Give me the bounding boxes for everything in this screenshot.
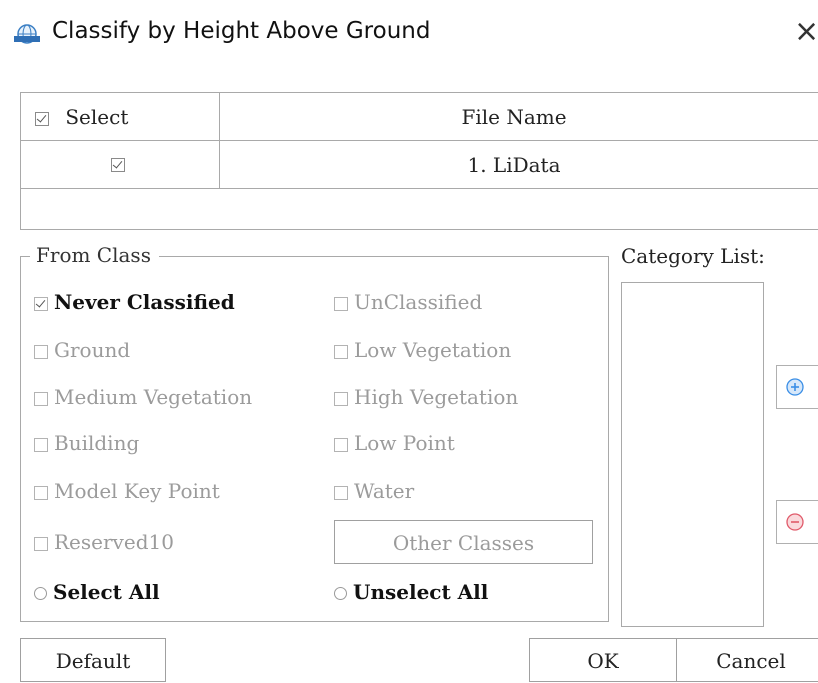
class-option-water[interactable]: Water bbox=[334, 479, 414, 503]
checkbox[interactable] bbox=[334, 296, 348, 311]
row-file-name: 1. LiData bbox=[467, 153, 561, 177]
window-title: Classify by Height Above Ground bbox=[52, 18, 431, 44]
class-option-unclassified[interactable]: UnClassified bbox=[334, 290, 482, 314]
from-class-legend: From Class bbox=[30, 243, 159, 267]
checkbox[interactable] bbox=[334, 437, 348, 452]
radio-circle[interactable] bbox=[334, 587, 347, 600]
class-option-low-vegetation[interactable]: Low Vegetation bbox=[334, 338, 511, 362]
category-list-label: Category List: bbox=[621, 244, 765, 268]
add-category-button[interactable] bbox=[776, 365, 818, 409]
ok-button[interactable]: OK bbox=[529, 638, 677, 682]
unselect-all-radio[interactable]: Unselect All bbox=[334, 580, 488, 604]
checkbox[interactable] bbox=[34, 536, 48, 551]
title-bar: Classify by Height Above Ground × bbox=[0, 0, 818, 68]
checkbox[interactable] bbox=[34, 391, 48, 406]
category-list-box[interactable] bbox=[621, 282, 764, 627]
checkbox[interactable] bbox=[34, 296, 48, 311]
header-select-label: Select bbox=[65, 105, 129, 129]
file-table: Select File Name 1. LiData bbox=[20, 92, 818, 230]
default-button[interactable]: Default bbox=[20, 638, 166, 682]
remove-category-button[interactable] bbox=[776, 500, 818, 544]
checkbox[interactable] bbox=[334, 344, 348, 359]
header-select-checkbox[interactable] bbox=[35, 111, 49, 126]
checkbox[interactable] bbox=[34, 485, 48, 500]
globe-app-icon bbox=[10, 23, 44, 45]
minus-circle-icon bbox=[786, 513, 804, 531]
checkbox[interactable] bbox=[34, 344, 48, 359]
checkbox[interactable] bbox=[34, 437, 48, 452]
class-option-medium-vegetation[interactable]: Medium Vegetation bbox=[34, 385, 252, 409]
class-option-low-point[interactable]: Low Point bbox=[334, 431, 455, 455]
class-option-high-vegetation[interactable]: High Vegetation bbox=[334, 385, 518, 409]
class-option-building[interactable]: Building bbox=[34, 431, 139, 455]
select-all-radio[interactable]: Select All bbox=[34, 580, 160, 604]
cancel-button[interactable]: Cancel bbox=[676, 638, 818, 682]
radio-circle[interactable] bbox=[34, 587, 47, 600]
class-option-ground[interactable]: Ground bbox=[34, 338, 130, 362]
plus-circle-icon bbox=[786, 378, 804, 396]
checkbox[interactable] bbox=[334, 485, 348, 500]
checkbox[interactable] bbox=[334, 391, 348, 406]
class-option-reserved10[interactable]: Reserved10 bbox=[34, 530, 174, 554]
close-icon[interactable]: × bbox=[794, 12, 818, 52]
class-option-model-key-point[interactable]: Model Key Point bbox=[34, 479, 220, 503]
class-option-never-classified[interactable]: Never Classified bbox=[34, 290, 235, 314]
other-classes-button[interactable]: Other Classes bbox=[334, 520, 593, 564]
row-select-checkbox[interactable] bbox=[111, 158, 125, 172]
header-select-column[interactable]: Select bbox=[35, 93, 128, 141]
header-file-name: File Name bbox=[461, 105, 567, 129]
